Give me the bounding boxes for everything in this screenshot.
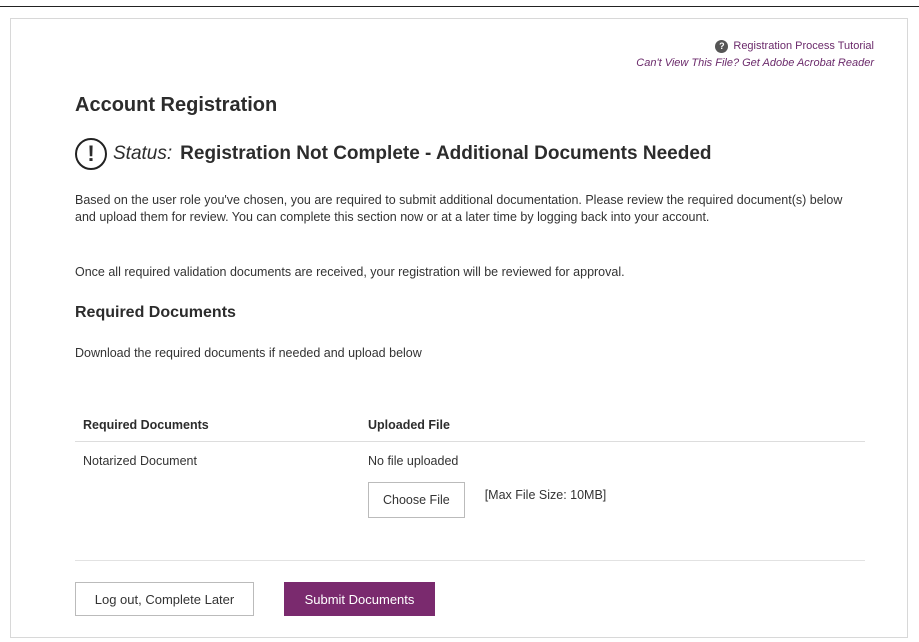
document-name: Notarized Document — [83, 454, 197, 468]
table-header: Required Documents Uploaded File — [75, 409, 865, 442]
top-border — [0, 6, 919, 7]
page-title: Account Registration — [75, 94, 278, 116]
acrobat-link[interactable]: Can't View This File? Get Adobe Acrobat … — [636, 55, 874, 72]
approval-note: Once all required validation documents a… — [75, 265, 625, 279]
status-banner: ! Status: Registration Not Complete - Ad… — [75, 138, 712, 170]
column-header-uploaded: Uploaded File — [368, 418, 450, 432]
question-icon: ? — [715, 39, 729, 53]
upload-status: No file uploaded — [368, 454, 459, 468]
status-value: Registration Not Complete - Additional D… — [180, 143, 712, 164]
choose-file-button[interactable]: Choose File — [368, 482, 465, 518]
upload-cell: No file uploaded Choose File [Max File Si… — [368, 454, 865, 518]
status-label: Status: — [113, 143, 173, 164]
table-row: Notarized Document No file uploaded Choo… — [75, 442, 865, 518]
exclamation-circle-icon: ! — [75, 138, 107, 170]
required-docs-instructions: Download the required documents if neede… — [75, 346, 422, 360]
logout-complete-later-button[interactable]: Log out, Complete Later — [75, 582, 254, 616]
divider — [75, 560, 865, 561]
required-docs-heading: Required Documents — [75, 304, 236, 321]
help-links: ? Registration Process Tutorial Can't Vie… — [636, 38, 874, 72]
submit-documents-button[interactable]: Submit Documents — [284, 582, 435, 616]
tutorial-link[interactable]: ? Registration Process Tutorial — [636, 38, 874, 55]
intro-paragraph: Based on the user role you've chosen, yo… — [75, 193, 843, 224]
documents-table: Required Documents Uploaded File Notariz… — [75, 409, 865, 518]
max-file-size: [Max File Size: 10MB] — [484, 488, 607, 502]
tutorial-link-label[interactable]: Registration Process Tutorial — [733, 40, 874, 52]
column-header-required: Required Documents — [83, 418, 209, 432]
